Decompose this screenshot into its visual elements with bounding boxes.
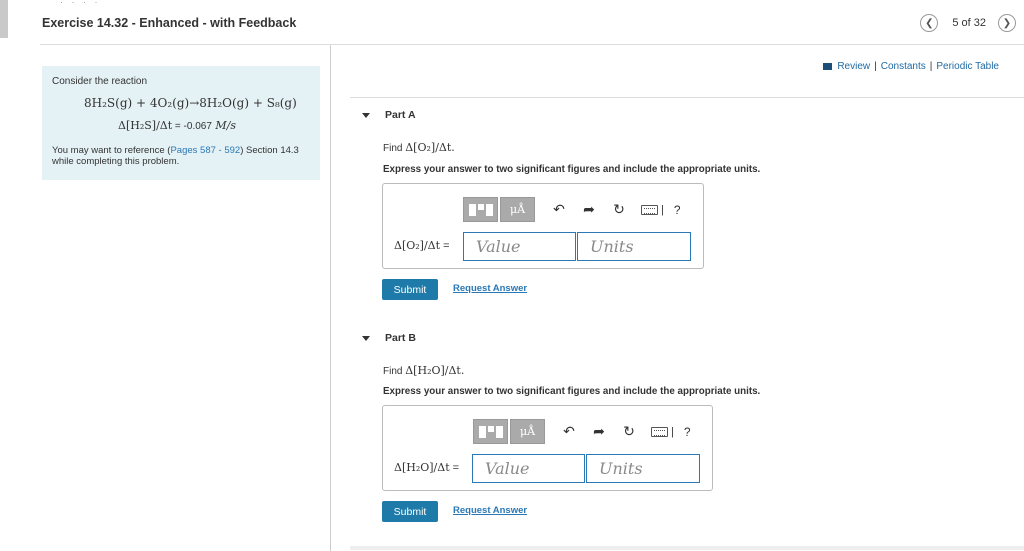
part-b-request-answer-link[interactable]: Request Answer <box>453 505 527 516</box>
rate-units: M/s <box>211 119 237 132</box>
find-prefix: Find <box>383 366 406 377</box>
review-link[interactable]: Review <box>837 61 870 72</box>
collapse-triangle-icon[interactable] <box>362 335 370 341</box>
part-b-value-input[interactable]: Value <box>472 454 585 483</box>
reference-pages-link[interactable]: Pages 587 - 592 <box>170 145 240 156</box>
reference-text-before: You may want to reference ( <box>52 145 171 156</box>
left-edge-bar <box>0 0 8 38</box>
given-rate: Δ[H₂S]/Δt = -0.067 M/s <box>118 119 310 132</box>
part-a-units-input[interactable]: Units <box>577 232 691 261</box>
part-b-header[interactable]: Part B <box>362 332 416 344</box>
rate-expression: Δ[H₂S]/Δt <box>118 119 173 132</box>
find-prefix: Find <box>383 143 406 154</box>
link-separator: | <box>874 61 877 72</box>
units-icon[interactable]: μÅ <box>500 197 535 222</box>
reset-icon[interactable]: ↻ <box>623 423 635 440</box>
part-a-question: Find Δ[O₂]/Δt. <box>383 141 455 154</box>
part-b-units-input[interactable]: Units <box>586 454 700 483</box>
templates-icon[interactable] <box>473 419 508 444</box>
part-a-submit-button[interactable]: Submit <box>382 279 438 300</box>
units-symbol: μÅ <box>519 425 536 438</box>
top-residue: · · · · <box>60 0 101 7</box>
keyboard-icon[interactable] <box>641 204 658 215</box>
problem-statement: Consider the reaction 8H₂S(g) + 4O₂(g)→8… <box>42 66 320 180</box>
resource-links: Review | Constants | Periodic Table <box>823 61 999 72</box>
reset-icon[interactable]: ↻ <box>613 201 625 218</box>
reaction-equation: 8H₂S(g) + 4O₂(g)→8H₂O(g) + S₈(g) <box>84 96 297 110</box>
book-icon <box>823 63 833 70</box>
rate-equals: = <box>172 121 184 132</box>
keyboard-divider: | <box>671 425 674 438</box>
help-icon[interactable]: ? <box>684 425 691 439</box>
part-b-question: Find Δ[H₂O]/Δt. <box>383 364 464 377</box>
part-b-answer-label: Δ[H₂O]/Δt = <box>394 461 459 474</box>
part-a-divider <box>350 97 1024 98</box>
header-divider <box>40 44 1024 45</box>
constants-link[interactable]: Constants <box>881 61 926 72</box>
part-b-instruction: Express your answer to two significant f… <box>383 386 761 397</box>
part-a-answer-label: Δ[O₂]/Δt = <box>394 239 450 252</box>
keyboard-icon[interactable] <box>651 426 668 437</box>
chevron-right-icon[interactable]: ❯ <box>998 14 1016 32</box>
part-a-request-answer-link[interactable]: Request Answer <box>453 283 527 294</box>
undo-icon[interactable]: ↶ <box>563 423 575 440</box>
reference-note: You may want to reference (Pages 587 - 5… <box>52 145 310 167</box>
next-part-divider <box>350 546 1024 550</box>
answer-expression: Δ[H₂O]/Δt <box>394 461 450 474</box>
templates-icon[interactable] <box>463 197 498 222</box>
part-a-toolbar: μÅ ↶ ➦ ↻ | ? <box>463 197 681 222</box>
part-b-answer-box: μÅ ↶ ➦ ↻ | ? Δ[H₂O]/Δt = Value Units <box>382 405 713 491</box>
help-icon[interactable]: ? <box>674 203 681 217</box>
part-b-submit-button[interactable]: Submit <box>382 501 438 522</box>
page-title: Exercise 14.32 - Enhanced - with Feedbac… <box>42 16 297 30</box>
part-a-header[interactable]: Part A <box>362 109 416 121</box>
part-b-title: Part B <box>385 332 416 344</box>
units-symbol: μÅ <box>509 203 526 216</box>
answer-expression: Δ[O₂]/Δt <box>394 239 441 252</box>
item-navigation: ❮ 5 of 32 ❯ <box>920 14 1016 32</box>
chevron-left-icon[interactable]: ❮ <box>920 14 939 32</box>
keyboard-divider: | <box>661 203 664 216</box>
collapse-triangle-icon[interactable] <box>362 112 370 118</box>
part-a-value-input[interactable]: Value <box>463 232 576 261</box>
part-a-instruction: Express your answer to two significant f… <box>383 164 761 175</box>
periodic-table-link[interactable]: Periodic Table <box>936 61 999 72</box>
part-b-toolbar: μÅ ↶ ➦ ↻ | ? <box>473 419 691 444</box>
part-a-answer-box: μÅ ↶ ➦ ↻ | ? Δ[O₂]/Δt = Value Units <box>382 183 704 269</box>
item-counter: 5 of 32 <box>952 17 986 29</box>
column-divider <box>330 45 331 551</box>
link-separator: | <box>929 61 933 72</box>
part-a-title: Part A <box>385 109 416 121</box>
undo-icon[interactable]: ↶ <box>553 201 565 218</box>
answer-equals: = <box>440 240 450 252</box>
find-expression: Δ[O₂]/Δt. <box>405 141 455 154</box>
rate-value: -0.067 <box>183 121 212 132</box>
redo-icon[interactable]: ➦ <box>583 201 595 218</box>
units-icon[interactable]: μÅ <box>510 419 545 444</box>
find-expression: Δ[H₂O]/Δt. <box>405 364 465 377</box>
answer-equals: = <box>449 462 460 474</box>
redo-icon[interactable]: ➦ <box>593 423 605 440</box>
problem-intro: Consider the reaction <box>52 76 148 87</box>
